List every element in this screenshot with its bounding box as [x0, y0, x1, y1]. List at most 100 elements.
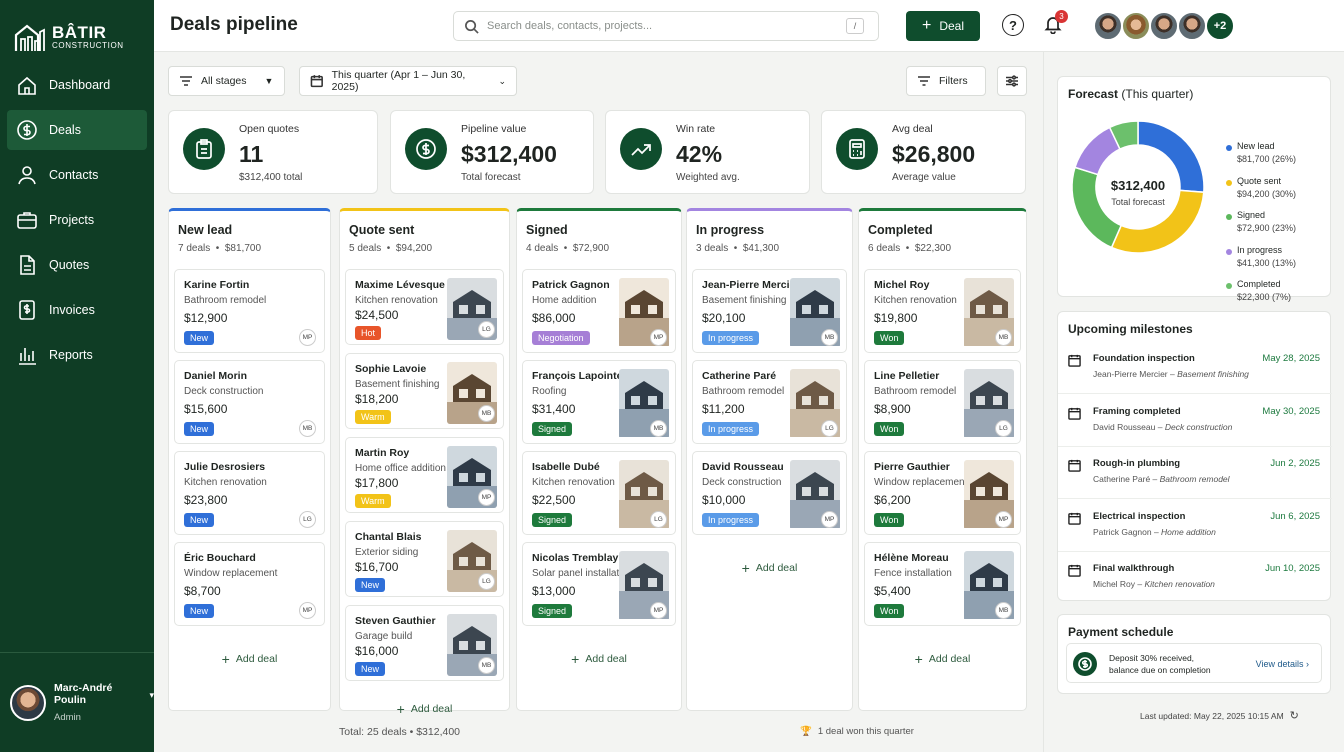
column-meta: 4 deals • $72,900 [526, 243, 610, 254]
legend-value: $81,700 (26%) [1237, 154, 1297, 164]
milestone-item[interactable]: Electrical inspection Jun 6, 2025 Patric… [1058, 500, 1332, 552]
legend-swatch [1226, 248, 1232, 255]
status-badge: New [355, 578, 386, 592]
legend-item: New lead $81,700 (26%) [1226, 141, 1326, 176]
avatar [10, 684, 46, 721]
deal-amount: $19,800 [874, 311, 918, 325]
deal-card[interactable]: Patrick Gagnon Home addition $86,000 Neg… [522, 269, 676, 353]
milestone-item[interactable]: Rough-in plumbing Jun 2, 2025 Catherine … [1058, 447, 1332, 499]
team-avatars[interactable]: +2 [1093, 11, 1235, 41]
stat-label: Open quotes [239, 123, 300, 135]
legend-value: $41,300 (13%) [1237, 257, 1297, 268]
refresh-icon[interactable]: ↻ [1290, 709, 1299, 722]
deal-card[interactable]: Julie Desrosiers Kitchen renovation $23,… [174, 451, 325, 535]
milestones-title: Upcoming milestones [1068, 322, 1193, 336]
more-members-badge[interactable]: +2 [1205, 11, 1235, 41]
filter-lines-icon [180, 76, 192, 86]
deal-card[interactable]: Éric Bouchard Window replacement $8,700 … [174, 542, 325, 626]
column-total: $94,200 [395, 243, 433, 254]
help-icon[interactable]: ? [1002, 14, 1024, 36]
period-filter-dropdown[interactable]: This quarter (Apr 1 – Jun 30, 2025) ⌄ [299, 66, 517, 96]
deal-amount: $8,700 [184, 584, 221, 598]
stat-card: Open quotes 11 $312,400 total [168, 110, 378, 194]
milestone-item[interactable]: Final walkthrough Jun 10, 2025 Michel Ro… [1058, 552, 1332, 604]
sidebar-item-deals[interactable]: Deals [7, 110, 147, 150]
deal-card[interactable]: Nicolas Tremblay Solar panel installatio… [522, 542, 676, 626]
sidebar-item-projects[interactable]: Projects [7, 200, 147, 240]
status-badge: Won [874, 513, 905, 527]
view-settings-button[interactable] [997, 66, 1027, 96]
building-logo-icon [14, 24, 45, 51]
deal-card[interactable]: Sophie Lavoie Basement finishing $18,200… [345, 353, 504, 429]
team-avatar[interactable] [1093, 11, 1123, 41]
sidebar-item-invoices[interactable]: Invoices [7, 290, 147, 330]
deal-card[interactable]: Maxime Lévesque Kitchen renovation $24,5… [345, 269, 504, 345]
add-deal-link[interactable]: + Add deal [340, 701, 509, 717]
deal-card[interactable]: Karine Fortin Bathroom remodel $12,900 N… [174, 269, 325, 353]
add-deal-button[interactable]: + Deal [906, 11, 980, 41]
team-avatar[interactable] [1149, 11, 1179, 41]
deal-description: Basement finishing [702, 295, 787, 306]
won-summary-text: 1 deal won this quarter [817, 726, 914, 737]
deal-card[interactable]: Isabelle Dubé Kitchen renovation $22,500… [522, 451, 676, 535]
assignee-initials: MB [650, 420, 667, 437]
search-box[interactable]: / [453, 11, 879, 41]
view-details-link[interactable]: View details › [1256, 659, 1309, 669]
deal-card[interactable]: François Lapointe Roofing $31,400 Signed… [522, 360, 676, 444]
deal-description: Basement finishing [355, 379, 440, 390]
add-deal-link[interactable]: + Add deal [169, 651, 330, 667]
sidebar-item-label: Projects [49, 213, 95, 227]
add-deal-link[interactable]: + Add deal [859, 651, 1026, 667]
assignee-initials: MP [650, 329, 667, 346]
project-thumbnail: MB [964, 551, 1014, 621]
status-badge: Warm [355, 494, 391, 508]
team-avatar[interactable] [1177, 11, 1207, 41]
column-title: In progress [696, 223, 765, 237]
sidebar-item-label: Dashboard [49, 78, 111, 92]
deal-card[interactable]: Steven Gauthier Garage build $16,000 New… [345, 605, 504, 681]
deal-name: Hélène Moreau [874, 552, 949, 564]
deal-name: Martin Roy [355, 447, 410, 459]
milestone-item[interactable]: Framing completed May 30, 2025 David Rou… [1058, 395, 1332, 447]
sidebar-item-quotes[interactable]: Quotes [7, 245, 147, 285]
stage-filter-dropdown[interactable]: All stages ▼ [168, 66, 285, 96]
sidebar-item-contacts[interactable]: Contacts [7, 155, 147, 195]
deal-card[interactable]: Catherine Paré Bathroom remodel $11,200 … [692, 360, 847, 444]
team-avatar[interactable] [1121, 11, 1151, 41]
deal-card[interactable]: Pierre Gauthier Window replacement $6,20… [864, 451, 1021, 535]
stage-filter-label: All stages [201, 75, 247, 87]
deal-card[interactable]: Michel Roy Kitchen renovation $19,800 Wo… [864, 269, 1021, 353]
deal-card[interactable]: Martin Roy Home office addition $17,800 … [345, 437, 504, 513]
deal-card[interactable]: Line Pelletier Bathroom remodel $8,900 W… [864, 360, 1021, 444]
sidebar-item-dashboard[interactable]: Dashboard [7, 65, 147, 105]
deal-description: Kitchen renovation [355, 295, 438, 306]
search-input[interactable] [487, 20, 838, 32]
milestone-item[interactable]: Foundation inspection May 28, 2025 Jean-… [1058, 342, 1332, 394]
payment-row[interactable]: Deposit 30% received, balance due on com… [1066, 643, 1322, 683]
add-deal-link[interactable]: + Add deal [687, 560, 852, 576]
milestone-project-name: Kitchen renovation [1144, 579, 1215, 589]
deal-amount: $17,800 [355, 476, 399, 490]
deal-card[interactable]: Hélène Moreau Fence installation $5,400 … [864, 542, 1021, 626]
user-menu[interactable]: Marc-André Poulin Admin ▾ [0, 652, 154, 752]
add-deal-link[interactable]: + Add deal [517, 651, 681, 667]
deal-description: Roofing [532, 386, 567, 397]
deal-card[interactable]: Jean-Pierre Mercier Basement finishing $… [692, 269, 847, 353]
sidebar-item-reports[interactable]: Reports [7, 335, 147, 375]
deal-card[interactable]: Chantal Blais Exterior siding $16,700 Ne… [345, 521, 504, 597]
calendar-icon [1068, 459, 1081, 472]
assignee-initials: MP [478, 489, 495, 506]
assignee-initials: MB [478, 657, 495, 674]
stat-label: Avg deal [892, 123, 933, 135]
brand-logo[interactable]: BÂTIR CONSTRUCTION [0, 0, 154, 60]
deal-card[interactable]: David Rousseau Deck construction $10,000… [692, 451, 847, 535]
deal-amount: $6,200 [874, 493, 911, 507]
milestone-person: Jean-Pierre Mercier [1093, 369, 1168, 379]
payment-title: Payment schedule [1068, 625, 1174, 639]
plus-icon: + [221, 651, 230, 667]
milestone-project-name: Basement finishing [1177, 369, 1249, 379]
filters-button[interactable]: Filters [906, 66, 986, 96]
deal-card[interactable]: Daniel Morin Deck construction $15,600 N… [174, 360, 325, 444]
notifications-button[interactable]: 3 [1043, 10, 1068, 36]
payment-text: Deposit 30% received, balance due on com… [1109, 653, 1211, 675]
